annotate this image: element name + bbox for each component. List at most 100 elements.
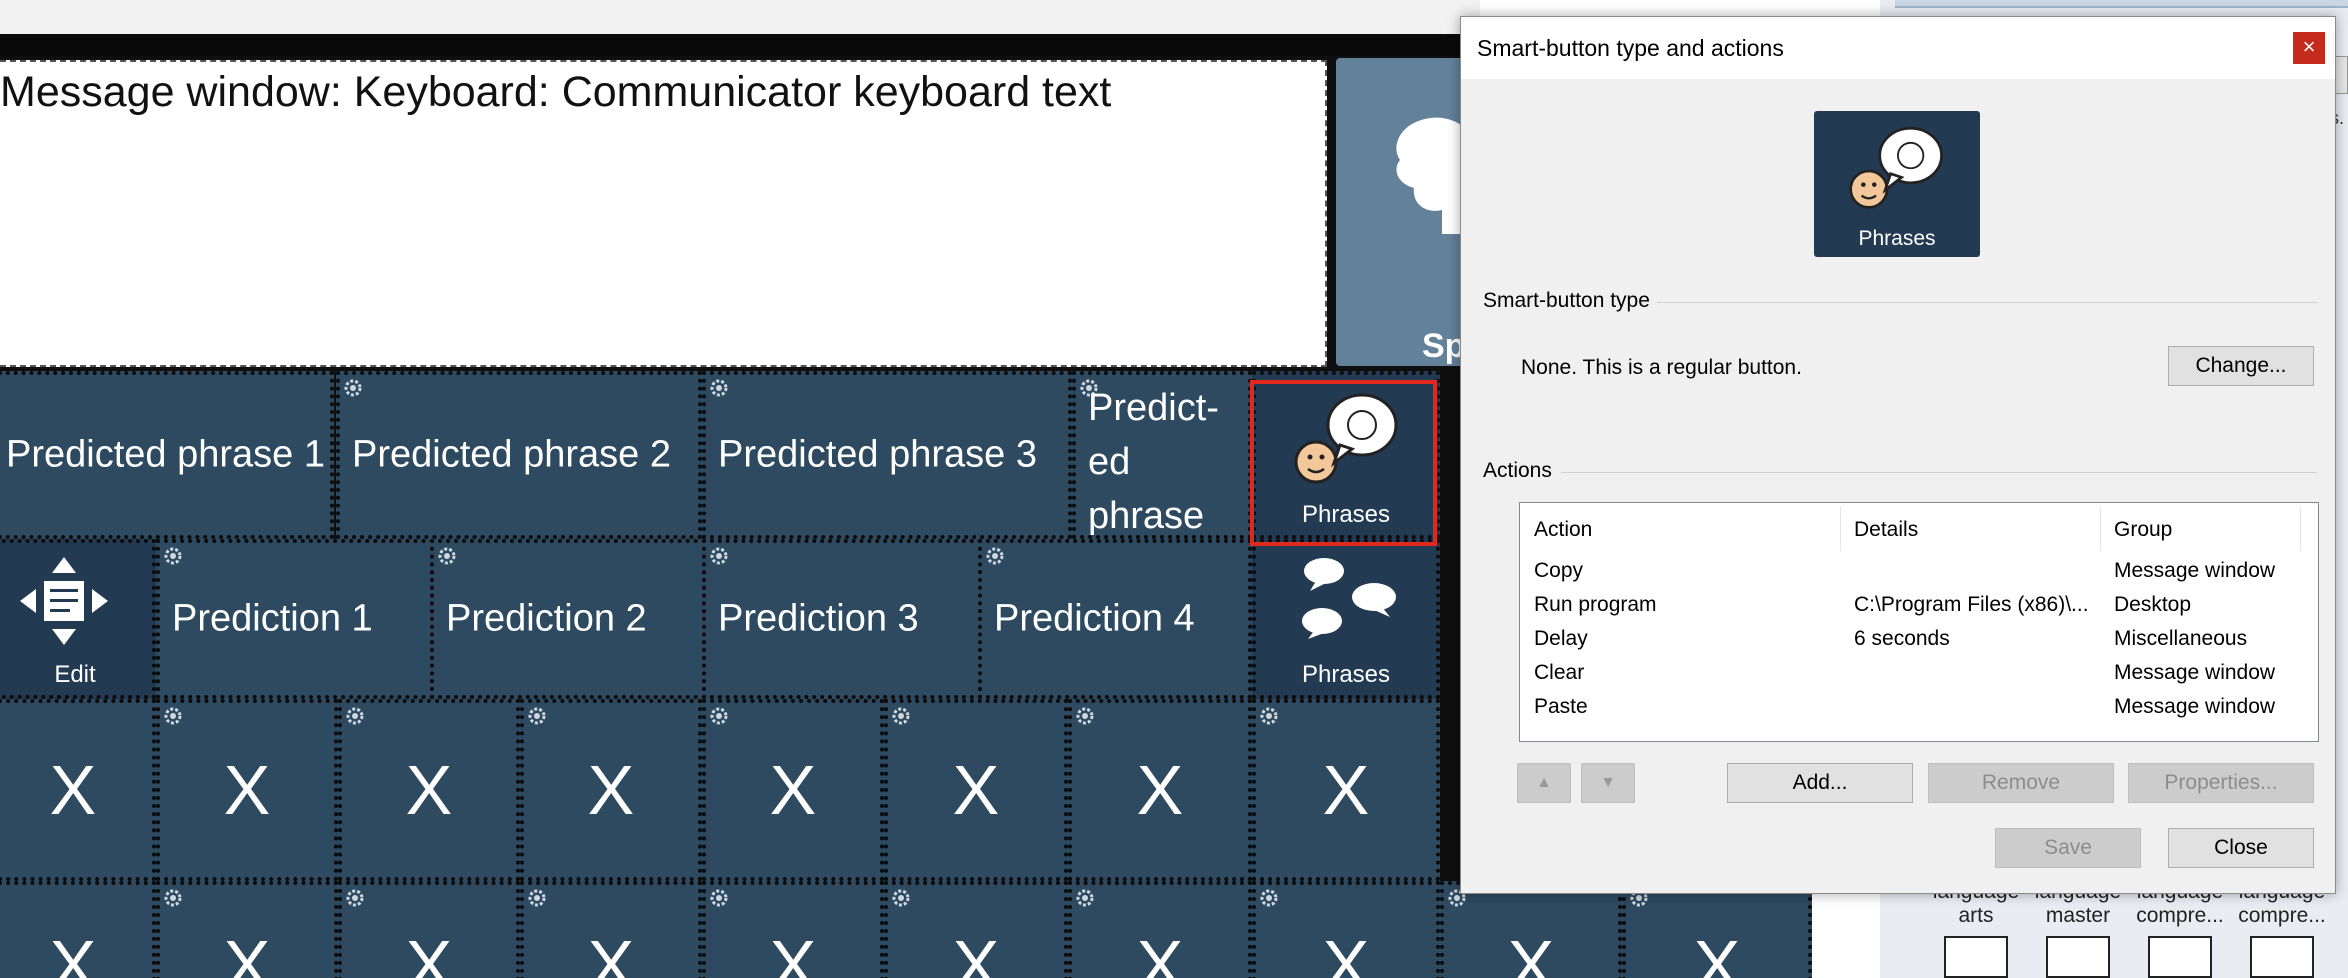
x-button[interactable]: X xyxy=(156,881,338,978)
column-separator xyxy=(1840,507,1841,551)
predicted-phrase-2-label: Predicted phrase 2 xyxy=(352,433,671,476)
prediction-4-label: Prediction 4 xyxy=(994,597,1195,640)
x-button[interactable]: X xyxy=(702,881,884,978)
phrases-selected-button[interactable]: Phrases xyxy=(1252,371,1440,539)
gear-icon xyxy=(1076,889,1094,907)
prediction-2-label: Prediction 2 xyxy=(446,597,647,640)
chevron-up-icon: ▲ xyxy=(1536,774,1552,791)
move-up-button[interactable]: ▲ xyxy=(1517,763,1571,803)
actions-heading: Actions xyxy=(1483,459,1552,482)
gear-icon xyxy=(438,547,456,565)
gear-icon xyxy=(892,707,910,725)
chevron-down-icon: ▼ xyxy=(1600,774,1616,791)
gear-icon xyxy=(346,889,364,907)
prediction-4-button[interactable]: Prediction 4 xyxy=(978,539,1252,699)
x-button[interactable]: X xyxy=(1252,699,1440,881)
predicted-phrase-3-label: Predicted phrase 3 xyxy=(718,433,1037,476)
x-button[interactable]: X xyxy=(338,881,520,978)
predicted-phrase-4-label: Predict- ed phrase xyxy=(1088,387,1219,537)
actions-table[interactable]: Action Details Group Copy Message window… xyxy=(1519,502,2319,742)
app-toolbar-strip xyxy=(0,34,1500,56)
x-button[interactable]: X xyxy=(0,699,156,881)
group-cell: Desktop xyxy=(2114,593,2192,616)
prediction-2-button[interactable]: Prediction 2 xyxy=(430,539,706,699)
symbol-thumbnail-image xyxy=(1944,936,2008,978)
x-label: X xyxy=(405,751,453,829)
predicted-phrase-1-button[interactable]: Predicted phrase 1 xyxy=(0,371,334,539)
x-button[interactable]: X xyxy=(520,881,702,978)
gear-icon xyxy=(164,707,182,725)
x-button[interactable]: X xyxy=(884,699,1068,881)
button-preview: Phrases xyxy=(1814,111,1980,257)
phrases-button[interactable]: Phrases xyxy=(1252,539,1440,699)
x-button[interactable]: X xyxy=(520,699,702,881)
x-button[interactable]: X xyxy=(156,699,338,881)
remove-button[interactable]: Remove xyxy=(1928,763,2114,803)
x-button[interactable]: X xyxy=(1622,881,1812,978)
gear-icon xyxy=(986,547,1004,565)
group-cell: Message window xyxy=(2114,661,2276,684)
table-row[interactable]: Paste Message window xyxy=(1520,691,2318,725)
edit-arrows-icon xyxy=(20,557,108,645)
x-label: X xyxy=(1507,926,1555,978)
symbol-thumbnail-image xyxy=(2148,936,2212,978)
x-button[interactable]: X xyxy=(1252,881,1440,978)
change-button[interactable]: Change... xyxy=(2168,346,2314,386)
symbol-browser-header xyxy=(1895,0,2348,8)
table-row[interactable]: Delay 6 seconds Miscellaneous xyxy=(1520,623,2318,657)
message-window[interactable]: Message window: Keyboard: Communicator k… xyxy=(0,60,1327,367)
speak-button[interactable]: Sp xyxy=(1336,58,1476,366)
column-header-group[interactable]: Group xyxy=(2114,509,2172,551)
table-row[interactable]: Run program C:\Program Files (x86)\... D… xyxy=(1520,589,2318,623)
x-button[interactable]: X xyxy=(702,699,884,881)
x-label: X xyxy=(1136,751,1184,829)
predicted-phrase-4-button[interactable]: Predict- ed phrase xyxy=(1072,371,1252,539)
speak-label: Sp xyxy=(1422,327,1466,365)
x-label: X xyxy=(405,926,453,978)
x-button[interactable]: X xyxy=(1068,699,1252,881)
action-cell: Delay xyxy=(1534,627,1588,650)
symbol-thumbnail[interactable]: language compre... xyxy=(2130,880,2230,978)
table-row[interactable]: Copy Message window xyxy=(1520,555,2318,589)
gear-icon xyxy=(528,707,546,725)
x-button[interactable]: X xyxy=(0,881,156,978)
action-cell: Clear xyxy=(1534,661,1585,684)
move-down-button[interactable]: ▼ xyxy=(1581,763,1635,803)
message-window-text: Message window: Keyboard: Communicator k… xyxy=(0,68,1112,116)
gear-icon xyxy=(1260,889,1278,907)
x-button[interactable]: X xyxy=(338,699,520,881)
save-button[interactable]: Save xyxy=(1995,828,2141,868)
close-icon[interactable]: × xyxy=(2293,32,2325,64)
x-label: X xyxy=(49,926,97,978)
smart-button-type-heading: Smart-button type xyxy=(1483,289,1650,312)
predicted-phrase-2-button[interactable]: Predicted phrase 2 xyxy=(336,371,702,539)
table-row[interactable]: Clear Message window xyxy=(1520,657,2318,691)
column-header-action[interactable]: Action xyxy=(1534,509,1592,551)
column-header-details[interactable]: Details xyxy=(1854,509,1918,551)
gear-icon xyxy=(164,547,182,565)
group-cell: Message window xyxy=(2114,695,2276,718)
prediction-1-button[interactable]: Prediction 1 xyxy=(156,539,434,699)
symbol-thumbnail[interactable]: language master xyxy=(2028,880,2128,978)
edit-label: Edit xyxy=(54,661,96,688)
x-button[interactable]: X xyxy=(1068,881,1252,978)
edit-button[interactable]: Edit xyxy=(0,539,156,699)
symbol-thumbnail[interactable]: language compre... xyxy=(2232,880,2332,978)
group-divider xyxy=(1657,302,2317,303)
prediction-3-button[interactable]: Prediction 3 xyxy=(702,539,982,699)
symbol-thumbnail[interactable]: language arts xyxy=(1926,880,2026,978)
prediction-1-label: Prediction 1 xyxy=(172,597,373,640)
add-button[interactable]: Add... xyxy=(1727,763,1913,803)
phrases-person-speech-icon xyxy=(1294,393,1398,484)
x-label: X xyxy=(587,751,635,829)
predicted-phrase-3-button[interactable]: Predicted phrase 3 xyxy=(702,371,1072,539)
close-button[interactable]: Close xyxy=(2168,828,2314,868)
properties-button[interactable]: Properties... xyxy=(2128,763,2314,803)
gear-icon xyxy=(710,889,728,907)
x-button[interactable]: X xyxy=(1440,881,1622,978)
dialog-titlebar[interactable]: Smart-button type and actions × xyxy=(1461,17,2335,79)
x-button[interactable]: X xyxy=(884,881,1068,978)
gear-icon xyxy=(710,379,728,397)
x-label: X xyxy=(1322,926,1370,978)
action-cell: Run program xyxy=(1534,593,1657,616)
